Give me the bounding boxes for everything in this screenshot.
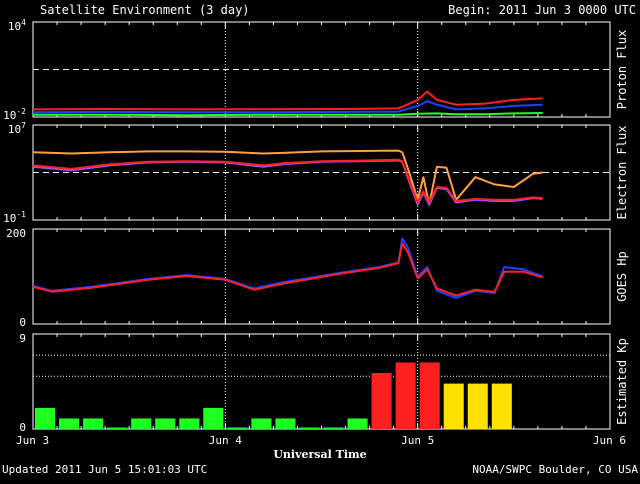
- y-axis-label-hp: GOES Hp: [615, 251, 629, 302]
- y-tick-label-kp: 0: [19, 421, 26, 434]
- y-tick-exponent: 4: [21, 18, 26, 27]
- panel-frame-kp: [32, 333, 611, 430]
- begin-label: Begin: 2011 Jun 3 0000 UTC: [448, 3, 636, 17]
- kp-bar-0: [35, 407, 56, 429]
- kp-bar-6: [179, 418, 200, 429]
- kp-bar-7: [203, 407, 224, 429]
- kp-bar-17: [443, 383, 464, 429]
- satellite-environment-chart: Satellite Environment (3 day) Begin: 201…: [0, 0, 640, 480]
- kp-bar-4: [131, 418, 152, 429]
- kp-bar-5: [155, 418, 176, 429]
- kp-bar-15: [395, 362, 416, 429]
- kp-bar-18: [467, 383, 488, 429]
- updated-label: Updated 2011 Jun 5 15:01:03 UTC: [2, 463, 207, 476]
- y-tick-exponent: -2: [16, 107, 26, 116]
- kp-bar-1: [59, 418, 80, 429]
- x-tick-label: Jun 6: [593, 434, 626, 447]
- y-tick-label-hp: 200: [6, 227, 26, 240]
- y-tick-label-kp: 9: [19, 332, 26, 345]
- kp-bar-3: [107, 427, 128, 429]
- kp-bar-16: [419, 362, 440, 429]
- series-line-hp-1: [32, 242, 543, 297]
- y-tick-label-electron: 10-1: [3, 210, 26, 225]
- x-tick-label: Jun 3: [16, 434, 49, 447]
- series-line-electron-1: [32, 159, 543, 206]
- kp-bar-11: [299, 427, 320, 429]
- kp-bar-19: [491, 383, 512, 429]
- series-line-electron-0: [32, 149, 543, 206]
- series-line-proton-2: [33, 112, 543, 117]
- series-line-proton-0: [32, 90, 543, 111]
- y-axis-label-kp: Estimated Kp: [615, 338, 629, 425]
- credit-label: NOAA/SWPC Boulder, CO USA: [472, 463, 638, 476]
- y-axis-label-proton: Proton Flux: [615, 30, 629, 109]
- kp-bar-2: [83, 418, 104, 429]
- y-tick-label-electron: 107: [8, 121, 26, 136]
- y-axis-label-electron: Electron Flux: [615, 126, 629, 220]
- y-tick-label-hp: 0: [19, 316, 26, 329]
- series-line-proton-1: [32, 100, 543, 114]
- series-line-hp-0: [32, 237, 544, 299]
- kp-bar-12: [323, 427, 344, 429]
- x-tick-label: Jun 5: [401, 434, 434, 447]
- chart-title: Satellite Environment (3 day): [40, 3, 250, 17]
- kp-bar-9: [251, 418, 272, 429]
- y-tick-label-proton: 104: [8, 18, 26, 33]
- chart-canvas: Satellite Environment (3 day) Begin: 201…: [2, 3, 638, 476]
- y-tick-exponent: 7: [21, 121, 26, 130]
- y-tick-exponent: -1: [16, 210, 26, 219]
- kp-bar-14: [371, 373, 392, 429]
- y-tick-label-proton: 10-2: [3, 107, 26, 122]
- kp-bar-8: [227, 427, 248, 429]
- kp-bar-10: [275, 418, 296, 429]
- x-axis-label: Universal Time: [273, 448, 366, 461]
- kp-bar-13: [347, 418, 368, 429]
- x-tick-label: Jun 4: [209, 434, 242, 447]
